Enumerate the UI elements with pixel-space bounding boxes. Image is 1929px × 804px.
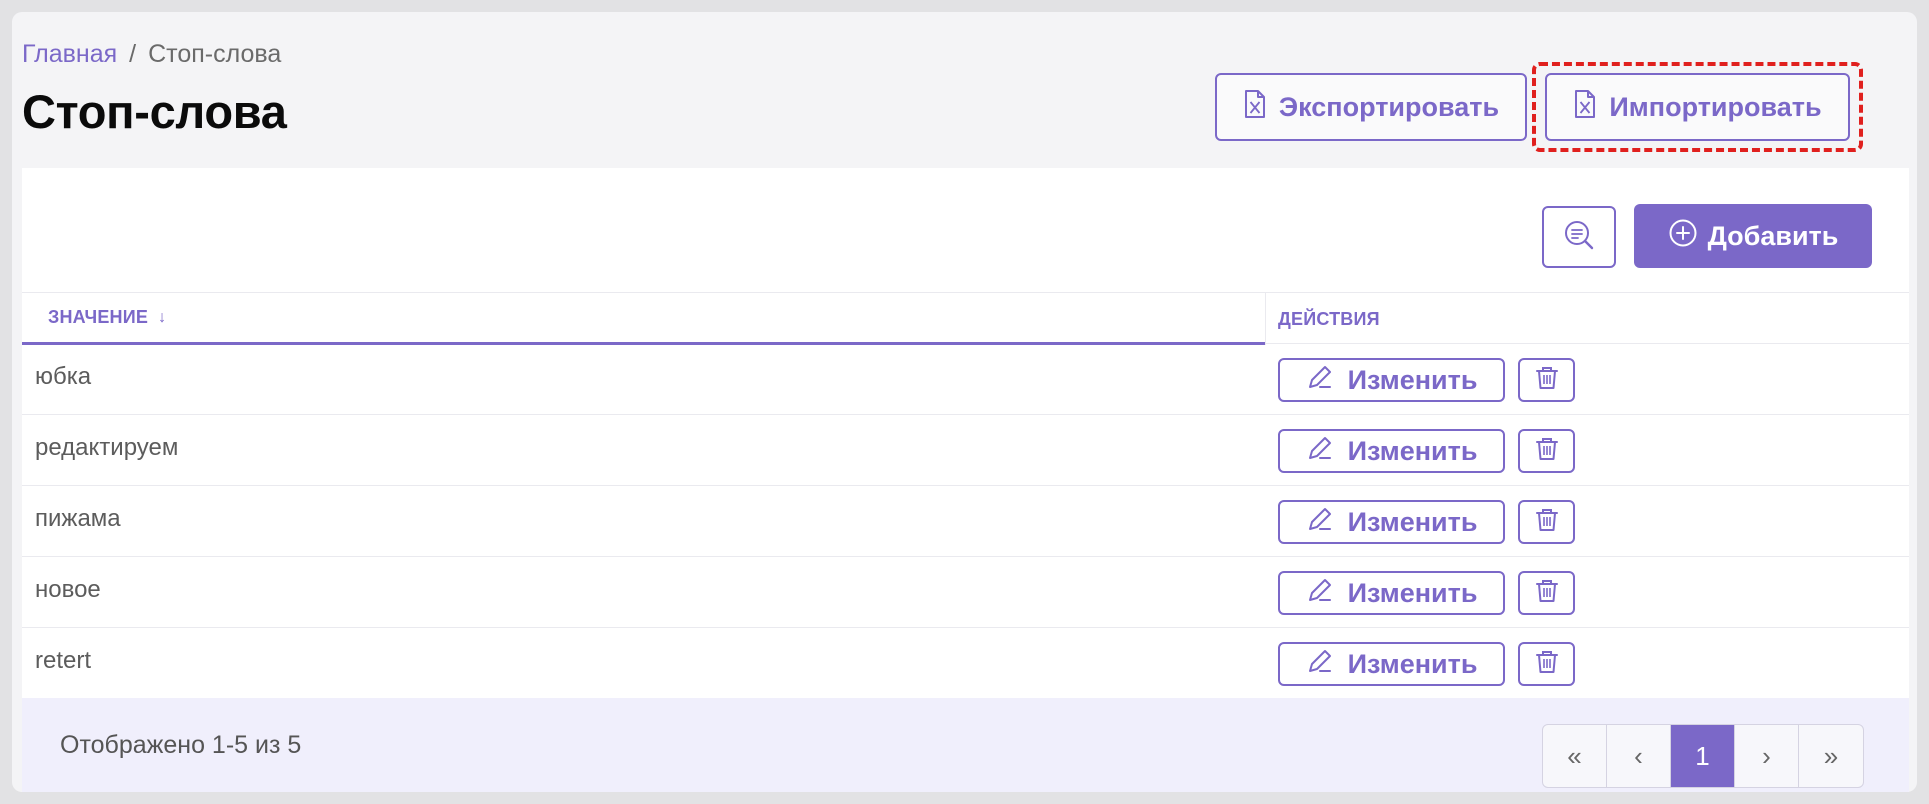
trash-icon [1534, 578, 1560, 609]
last-page-button[interactable]: » [1799, 725, 1863, 787]
pencil-icon [1306, 576, 1334, 611]
table-row: retert Изменить [22, 628, 1909, 699]
trash-icon [1534, 507, 1560, 538]
edit-button-label: Изменить [1347, 577, 1478, 608]
sort-arrow-icon: ↓ [158, 308, 167, 326]
edit-button-label: Изменить [1347, 435, 1478, 466]
table-row: пижама Изменить [22, 486, 1909, 557]
stopwords-panel: Добавить ЗНАЧЕНИЕ ↓ ДЕЙСТВИЯ юбка Измени… [22, 168, 1909, 792]
breadcrumb: Главная / Стоп-слова [22, 40, 281, 69]
cell-value: пижама [35, 505, 121, 532]
edit-button[interactable]: Изменить [1278, 429, 1505, 473]
delete-button[interactable] [1518, 642, 1575, 686]
add-button[interactable]: Добавить [1634, 204, 1872, 268]
first-page-button[interactable]: « [1543, 725, 1607, 787]
prev-page-button[interactable]: ‹ [1607, 725, 1671, 787]
export-button-label: Экспортировать [1278, 91, 1500, 122]
trash-icon [1534, 436, 1560, 467]
trash-icon [1534, 365, 1560, 396]
breadcrumb-separator: / [129, 40, 137, 68]
pencil-icon [1306, 363, 1334, 398]
edit-button[interactable]: Изменить [1278, 358, 1505, 402]
breadcrumb-current: Стоп-слова [148, 40, 282, 68]
edit-button[interactable]: Изменить [1278, 571, 1505, 615]
trash-icon [1534, 649, 1560, 680]
breadcrumb-home-link[interactable]: Главная [22, 40, 117, 68]
page-button-current[interactable]: 1 [1671, 725, 1735, 787]
table-footer: Отображено 1-5 из 5 « ‹ 1 › » [22, 698, 1909, 792]
edit-button[interactable]: Изменить [1278, 642, 1505, 686]
page-frame: Главная / Стоп-слова Стоп-слова Экспортиро… [12, 12, 1917, 792]
next-page-button[interactable]: › [1735, 725, 1799, 787]
delete-button[interactable] [1518, 358, 1575, 402]
table-body: юбка Изменить редактируем Изменить пижам… [22, 344, 1909, 699]
table-header: ЗНАЧЕНИЕ ↓ ДЕЙСТВИЯ [22, 292, 1909, 345]
pagination: « ‹ 1 › » [1542, 724, 1864, 788]
search-list-icon [1562, 218, 1596, 257]
cell-value: юбка [35, 363, 92, 390]
cell-value: новое [35, 576, 101, 603]
delete-button[interactable] [1518, 429, 1575, 473]
column-header-value[interactable]: ЗНАЧЕНИЕ ↓ [22, 293, 1265, 345]
edit-button-label: Изменить [1347, 648, 1478, 679]
column-header-actions: ДЕЙСТВИЯ [1265, 293, 1909, 345]
edit-button-label: Изменить [1347, 364, 1478, 395]
delete-button[interactable] [1518, 500, 1575, 544]
pencil-icon [1306, 647, 1334, 682]
cell-value: retert [35, 647, 92, 674]
delete-button[interactable] [1518, 571, 1575, 615]
edit-button[interactable]: Изменить [1278, 500, 1505, 544]
column-header-value-label: ЗНАЧЕНИЕ [48, 307, 149, 327]
page-title: Стоп-слова [22, 85, 287, 138]
pencil-icon [1306, 434, 1334, 469]
pagination-summary: Отображено 1-5 из 5 [60, 730, 302, 759]
search-button[interactable] [1542, 206, 1616, 268]
table-row: новое Изменить [22, 557, 1909, 628]
pencil-icon [1306, 505, 1334, 540]
column-header-actions-label: ДЕЙСТВИЯ [1278, 308, 1380, 329]
edit-button-label: Изменить [1347, 506, 1478, 537]
export-button[interactable]: Экспортировать [1215, 73, 1527, 141]
excel-file-icon [1243, 89, 1267, 126]
plus-circle-icon [1668, 218, 1698, 255]
add-button-label: Добавить [1707, 220, 1839, 251]
import-highlight-box [1532, 62, 1863, 152]
table-row: редактируем Изменить [22, 415, 1909, 486]
table-row: юбка Изменить [22, 344, 1909, 415]
cell-value: редактируем [35, 434, 179, 461]
